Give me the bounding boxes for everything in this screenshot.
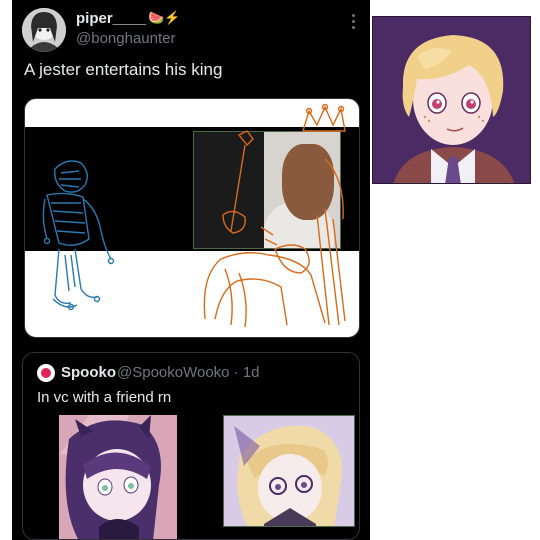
tweet-media[interactable] — [24, 98, 360, 338]
author-avatar[interactable] — [22, 8, 66, 52]
quoted-author-name[interactable]: Spooko — [61, 364, 116, 381]
more-vertical-icon[interactable] — [350, 14, 356, 32]
quoted-media-right[interactable] — [223, 415, 355, 527]
character-portrait — [372, 16, 531, 184]
quoted-author-handle-time[interactable]: @SpookoWooko · 1d — [117, 364, 260, 381]
author-display-name[interactable]: piper____ — [76, 10, 146, 27]
drawing-character-right — [224, 416, 354, 526]
author-handle[interactable]: @bonghaunter — [76, 30, 175, 47]
tweet-text: A jester entertains his king — [24, 60, 223, 79]
avatar-image — [22, 8, 66, 52]
king-drawing — [203, 103, 346, 328]
quoted-tweet[interactable]: Spooko @SpookoWooko · 1d In vc with a fr… — [22, 352, 360, 540]
drawing-character-left — [59, 415, 177, 539]
quoted-author-avatar[interactable] — [37, 364, 55, 382]
quoted-media-left[interactable] — [59, 415, 177, 539]
tweet-card[interactable]: piper____ 🍉⚡ @bonghaunter A jester enter… — [12, 0, 370, 540]
portrait-drawing — [373, 17, 530, 183]
quoted-tweet-text: In vc with a friend rn — [37, 389, 172, 406]
author-name-emoji: 🍉⚡ — [148, 10, 181, 25]
